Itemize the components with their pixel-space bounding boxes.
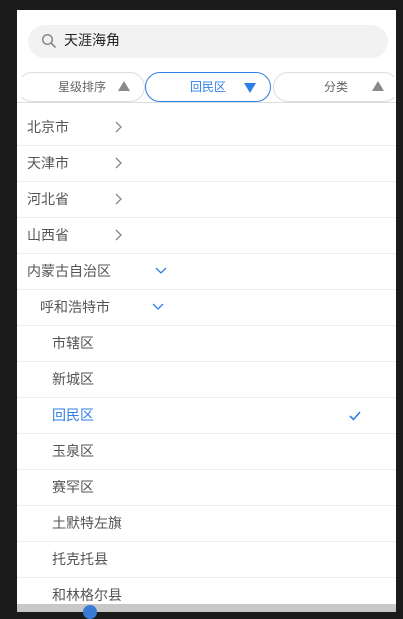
list-item-district[interactable]: 托克托县	[17, 542, 396, 578]
search-icon	[41, 33, 56, 48]
list-item-district[interactable]: 玉泉区	[17, 434, 396, 470]
list-item-province-expanded[interactable]: 内蒙古自治区	[17, 254, 396, 290]
tab-label: 回民区	[190, 80, 227, 94]
chevron-right-icon	[115, 121, 122, 133]
region-filter-panel: 天涯海角 星级排序 回民区 分类 北京市 天津市 河北省 山西省 内蒙古自治区 …	[17, 10, 396, 612]
triangle-up-icon	[118, 81, 130, 91]
list-item-label: 回民区	[52, 408, 94, 424]
tab-district[interactable]: 回民区	[145, 72, 271, 102]
search-input[interactable]: 天涯海角	[64, 32, 120, 51]
list-item-label: 呼和浩特市	[40, 300, 110, 316]
bottom-bar	[17, 604, 396, 619]
list-item-city-expanded[interactable]: 呼和浩特市	[17, 290, 396, 326]
chevron-right-icon	[115, 229, 122, 241]
list-item-label: 和林格尔县	[52, 588, 122, 604]
list-item-label: 市辖区	[52, 336, 94, 352]
home-indicator-icon	[83, 605, 97, 619]
list-item-district[interactable]: 市辖区	[17, 326, 396, 362]
list-item-label: 玉泉区	[52, 444, 94, 460]
chevron-down-icon	[155, 267, 167, 274]
region-list: 北京市 天津市 河北省 山西省 内蒙古自治区 呼和浩特市 市辖区 新城区 回民区…	[17, 110, 396, 612]
watermark: CSDN @维生素战士	[215, 582, 381, 603]
list-item-district[interactable]: 土默特左旗	[17, 506, 396, 542]
list-item-label: 内蒙古自治区	[27, 264, 111, 280]
list-item-district-selected[interactable]: 回民区	[17, 398, 396, 434]
tab-label: 分类	[324, 80, 349, 94]
list-item-province[interactable]: 天津市	[17, 146, 396, 182]
list-item-province[interactable]: 山西省	[17, 218, 396, 254]
checkmark-icon	[349, 411, 361, 421]
chevron-right-icon	[115, 193, 122, 205]
list-item-label: 河北省	[27, 192, 69, 208]
triangle-up-icon	[372, 81, 384, 91]
chevron-right-icon	[115, 157, 122, 169]
chevron-down-icon	[152, 303, 164, 310]
tab-category[interactable]: 分类	[273, 72, 396, 102]
list-item-province[interactable]: 北京市	[17, 110, 396, 146]
list-item-label: 北京市	[27, 120, 69, 136]
list-item-label: 天津市	[27, 156, 69, 172]
list-item-province[interactable]: 河北省	[17, 182, 396, 218]
search-bar[interactable]: 天涯海角	[28, 25, 388, 58]
list-item-district[interactable]: 新城区	[17, 362, 396, 398]
filter-tabs: 星级排序 回民区 分类	[17, 72, 396, 103]
list-item-label: 山西省	[27, 228, 69, 244]
list-item-label: 新城区	[52, 372, 94, 388]
list-item-label: 赛罕区	[52, 480, 94, 496]
list-item-district[interactable]: 赛罕区	[17, 470, 396, 506]
tab-label: 星级排序	[58, 80, 107, 94]
triangle-down-icon	[244, 83, 256, 93]
list-item-label: 土默特左旗	[52, 516, 122, 532]
list-item-label: 托克托县	[52, 552, 108, 568]
tab-star-sort[interactable]: 星级排序	[17, 72, 145, 102]
